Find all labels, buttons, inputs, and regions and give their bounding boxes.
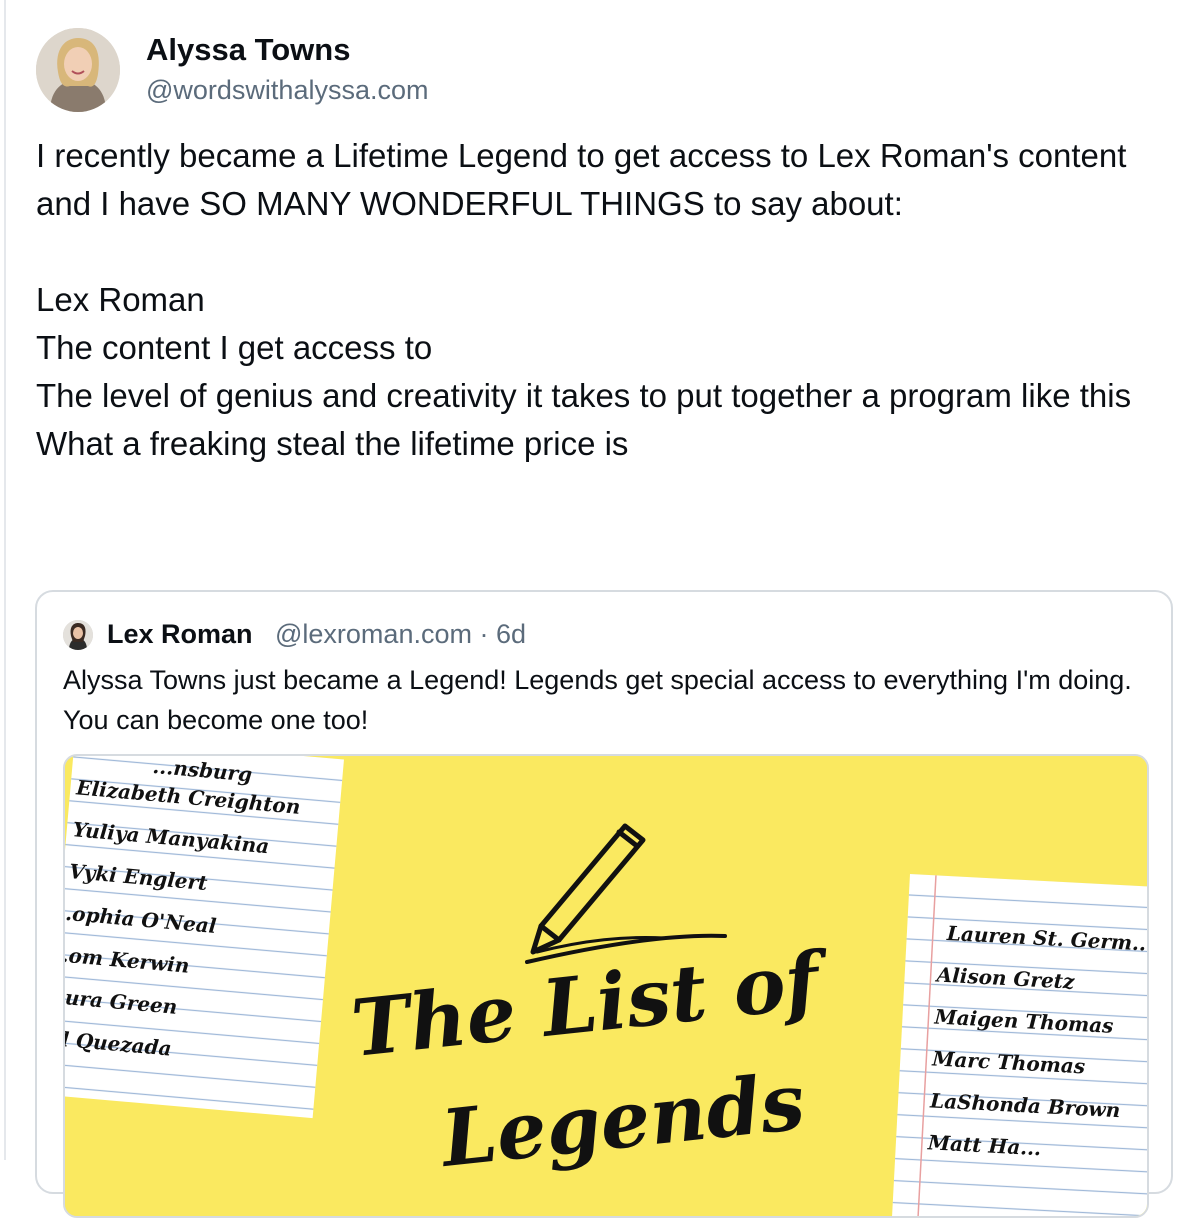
author-avatar[interactable] [36, 28, 120, 112]
left-names-note: ...nsburg Elizabeth Creighton Yuliya Man… [65, 756, 344, 1119]
quoted-author-name[interactable]: Lex Roman [107, 619, 253, 650]
quoted-post-card[interactable]: Lex Roman @lexroman.com · 6d Alyssa Town… [35, 590, 1173, 1218]
quoted-author-meta: @lexroman.com · 6d [275, 619, 526, 650]
quoted-post-time[interactable]: 6d [496, 619, 526, 649]
right-names-note: Lauren St. Germ... Alison Gretz Maigen T… [890, 874, 1147, 1216]
quoted-author-avatar[interactable] [63, 620, 93, 650]
author-name[interactable]: Alyssa Towns [146, 32, 350, 68]
author-handle[interactable]: @wordswithalyssa.com [146, 75, 429, 106]
meta-separator: · [479, 619, 489, 649]
legends-image[interactable]: ...nsburg Elizabeth Creighton Yuliya Man… [63, 754, 1149, 1218]
left-border [4, 0, 6, 1160]
legends-artwork: ...nsburg Elizabeth Creighton Yuliya Man… [65, 756, 1147, 1216]
post-author[interactable]: Alyssa Towns @wordswithalyssa.com [36, 28, 836, 112]
quoted-post-text: Alyssa Towns just became a Legend! Legen… [63, 665, 1139, 735]
quoted-author-handle[interactable]: @lexroman.com [275, 619, 472, 649]
post-text: I recently became a Lifetime Legend to g… [36, 137, 1132, 462]
